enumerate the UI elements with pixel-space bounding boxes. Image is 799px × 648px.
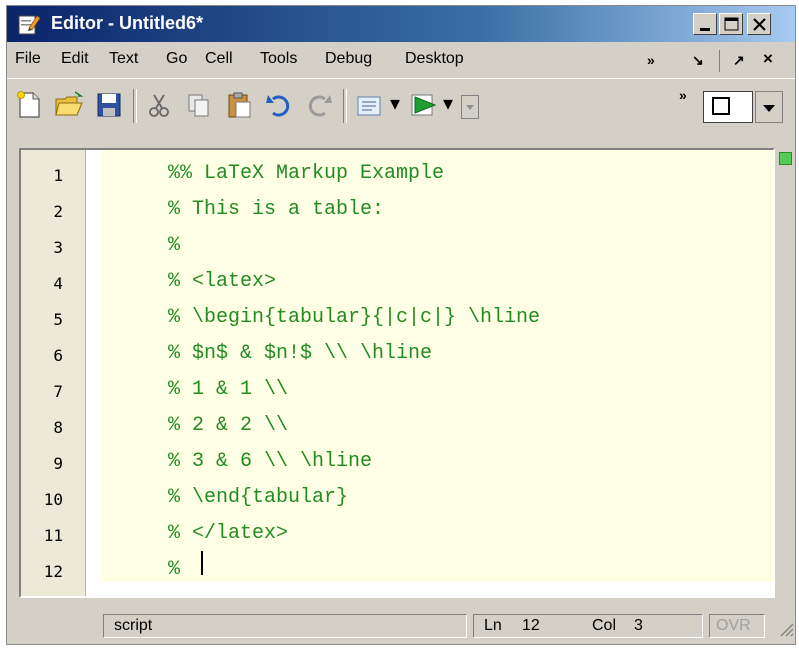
chevron-down-icon xyxy=(466,105,474,110)
line-number: 7 xyxy=(53,382,63,401)
redo-icon[interactable] xyxy=(303,89,335,121)
layout-dropdown[interactable] xyxy=(755,91,783,123)
resize-grip-icon[interactable] xyxy=(777,620,795,638)
single-pane-icon xyxy=(712,97,730,115)
line-number: 4 xyxy=(53,274,63,293)
open-folder-icon[interactable] xyxy=(53,89,85,121)
menu-bar: File Edit Text Go Cell Tools Debug Deskt… xyxy=(7,42,795,78)
window-title: Editor - Untitled6* xyxy=(51,13,203,33)
copy-icon[interactable] xyxy=(183,89,215,121)
code-line[interactable]: % 2 & 2 \\ xyxy=(168,414,288,437)
line-number: 1 xyxy=(53,166,63,185)
col-label: Col xyxy=(592,617,617,634)
line-number: 5 xyxy=(53,310,63,329)
line-number: 2 xyxy=(53,202,63,221)
menu-go[interactable]: Go xyxy=(166,50,187,68)
toolbar-separator xyxy=(343,89,347,123)
line-number: 8 xyxy=(53,418,63,437)
code-line[interactable]: % xyxy=(168,558,192,581)
code-line[interactable]: %% LaTeX Markup Example xyxy=(168,162,444,185)
title-bar[interactable]: Editor - Untitled6* xyxy=(7,6,795,42)
line-number: 9 xyxy=(53,454,63,473)
menu-divider xyxy=(719,50,720,72)
ln-label: Ln xyxy=(484,617,502,634)
toolbar-separator xyxy=(133,89,137,123)
line-number: 11 xyxy=(43,526,63,545)
vertical-scrollbar[interactable] xyxy=(775,148,795,598)
minimize-button[interactable] xyxy=(693,13,717,35)
dropdown-arrow-icon[interactable]: ▾ xyxy=(443,91,453,116)
dropdown-arrow-icon[interactable]: ▾ xyxy=(390,91,400,116)
pencil-page-icon xyxy=(18,15,41,35)
code-line[interactable]: % \end{tabular} xyxy=(168,486,348,509)
close-button[interactable] xyxy=(747,13,771,35)
status-position: Ln 12 Col 3 xyxy=(473,614,703,638)
maximize-button[interactable] xyxy=(719,13,743,35)
menu-debug[interactable]: Debug xyxy=(325,50,372,68)
status-ovr: OVR xyxy=(709,614,765,638)
new-file-icon[interactable] xyxy=(13,89,45,121)
status-bar: script Ln 12 Col 3 OVR xyxy=(7,606,795,644)
code-line[interactable]: % </latex> xyxy=(168,522,288,545)
code-line[interactable]: % <latex> xyxy=(168,270,276,293)
chevron-down-icon xyxy=(763,105,775,112)
code-line[interactable]: % $n$ & $n!$ \\ \hline xyxy=(168,342,432,365)
line-number-gutter: 1 2 3 4 5 6 7 8 9 10 11 12 xyxy=(21,150,86,596)
menu-cell[interactable]: Cell xyxy=(205,50,233,68)
run-icon[interactable] xyxy=(407,89,439,121)
menu-text[interactable]: Text xyxy=(109,50,138,68)
save-icon[interactable] xyxy=(93,89,125,121)
toolbar: ▾ ▾ » xyxy=(7,78,795,145)
code-line[interactable]: % 1 & 1 \\ xyxy=(168,378,288,401)
editor-window: Editor - Untitled6* File Edit Text Go Ce… xyxy=(6,5,796,645)
paste-icon[interactable] xyxy=(223,89,255,121)
undo-icon[interactable] xyxy=(263,89,295,121)
menu-edit[interactable]: Edit xyxy=(61,50,89,68)
cut-icon[interactable] xyxy=(143,89,175,121)
menu-desktop[interactable]: Desktop xyxy=(405,50,464,68)
close-icon xyxy=(753,18,766,31)
code-line[interactable]: % 3 & 6 \\ \hline xyxy=(168,450,372,473)
code-line[interactable]: % xyxy=(168,234,180,257)
comment-icon[interactable] xyxy=(353,89,385,121)
close-editor-icon[interactable]: × xyxy=(763,49,773,69)
code-line[interactable]: % This is a table: xyxy=(168,198,384,221)
minimize-icon xyxy=(700,28,710,31)
line-number: 10 xyxy=(43,490,63,509)
layout-selector[interactable] xyxy=(703,91,753,123)
text-cursor xyxy=(201,551,203,575)
maximize-icon xyxy=(724,17,739,31)
code-analyzer-status-icon[interactable] xyxy=(779,152,792,165)
run-options-dropdown[interactable] xyxy=(461,95,479,119)
toolbar-overflow-icon[interactable]: » xyxy=(679,87,687,103)
dock-icon[interactable]: ↘ xyxy=(692,52,704,69)
fold-column[interactable] xyxy=(86,150,100,596)
code-editor[interactable]: 1 2 3 4 5 6 7 8 9 10 11 12 %% LaTeX Mark… xyxy=(19,148,775,598)
undock-icon[interactable]: ↗ xyxy=(733,52,745,69)
menu-overflow-icon[interactable]: » xyxy=(647,52,655,68)
code-line[interactable]: % \begin{tabular}{|c|c|} \hline xyxy=(168,306,540,329)
ln-value: 12 xyxy=(522,617,540,634)
menu-file[interactable]: File xyxy=(15,50,41,68)
menu-tools[interactable]: Tools xyxy=(260,50,297,68)
line-number: 12 xyxy=(43,562,63,581)
status-mode: script xyxy=(103,614,467,638)
line-number: 3 xyxy=(53,238,63,257)
line-number: 6 xyxy=(53,346,63,365)
col-value: 3 xyxy=(634,617,643,634)
